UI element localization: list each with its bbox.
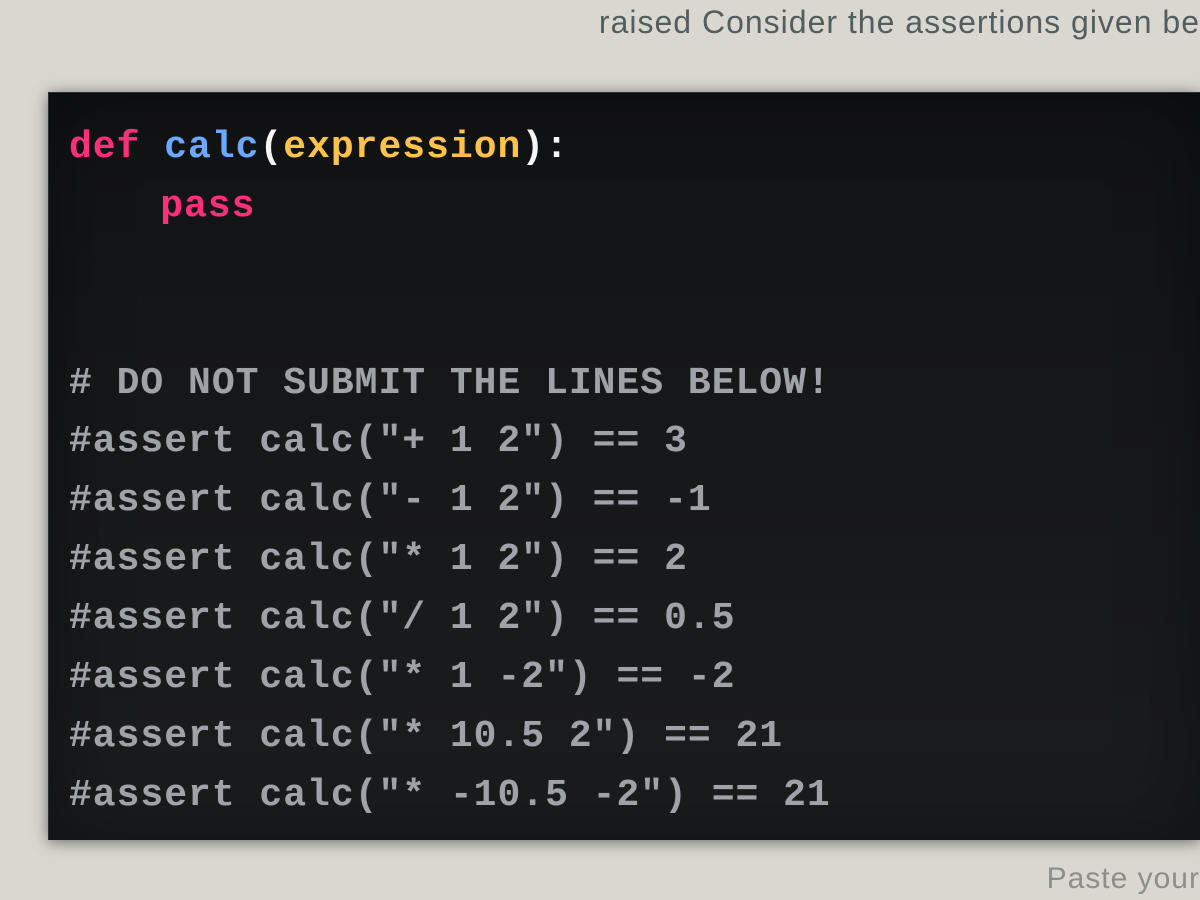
code-line: #assert calc("* 1 -2") == -2 bbox=[69, 649, 1180, 708]
code-line: #assert calc("* -10.5 -2") == 21 bbox=[69, 767, 1180, 826]
code-line: #assert calc("* 10.5 2") == 21 bbox=[69, 708, 1180, 767]
comment: #assert calc("* 10.5 2") == 21 bbox=[69, 715, 783, 758]
parameter: expression bbox=[283, 126, 521, 169]
comment: #assert calc("* 1 -2") == -2 bbox=[69, 656, 736, 699]
page-context-bottom: Paste your bbox=[1047, 862, 1200, 896]
close-paren: ) bbox=[521, 126, 545, 169]
page-context-top: raised Consider the assertions given be bbox=[599, 4, 1200, 41]
comment: #assert calc("/ 1 2") == 0.5 bbox=[69, 597, 736, 640]
code-line bbox=[69, 296, 1180, 355]
comment: #assert calc("* -10.5 -2") == 21 bbox=[69, 774, 831, 817]
code-line: #assert calc("/ 1 2") == 0.5 bbox=[69, 590, 1180, 649]
code-line: # DO NOT SUBMIT THE LINES BELOW! bbox=[69, 355, 1180, 414]
code-line: def calc(expression): bbox=[69, 119, 1180, 178]
code-line bbox=[69, 237, 1180, 296]
keyword-pass: pass bbox=[160, 185, 255, 228]
function-name: calc bbox=[164, 126, 259, 169]
code-line: #assert calc("* 1 2") == 2 bbox=[69, 531, 1180, 590]
space bbox=[140, 126, 164, 169]
code-line: pass bbox=[69, 178, 1180, 237]
keyword-def: def bbox=[69, 126, 140, 169]
open-paren: ( bbox=[259, 126, 283, 169]
code-line: #assert calc("+ 1 2") == 3 bbox=[69, 413, 1180, 472]
code-block: def calc(expression): pass # DO NOT SUBMI… bbox=[48, 92, 1200, 840]
comment: #assert calc("- 1 2") == -1 bbox=[69, 479, 712, 522]
comment: #assert calc("* 1 2") == 2 bbox=[69, 538, 688, 581]
comment: # DO NOT SUBMIT THE LINES BELOW! bbox=[69, 362, 831, 405]
comment: #assert calc("+ 1 2") == 3 bbox=[69, 420, 688, 463]
colon: : bbox=[545, 126, 569, 169]
code-line: #assert calc("- 1 2") == -1 bbox=[69, 472, 1180, 531]
